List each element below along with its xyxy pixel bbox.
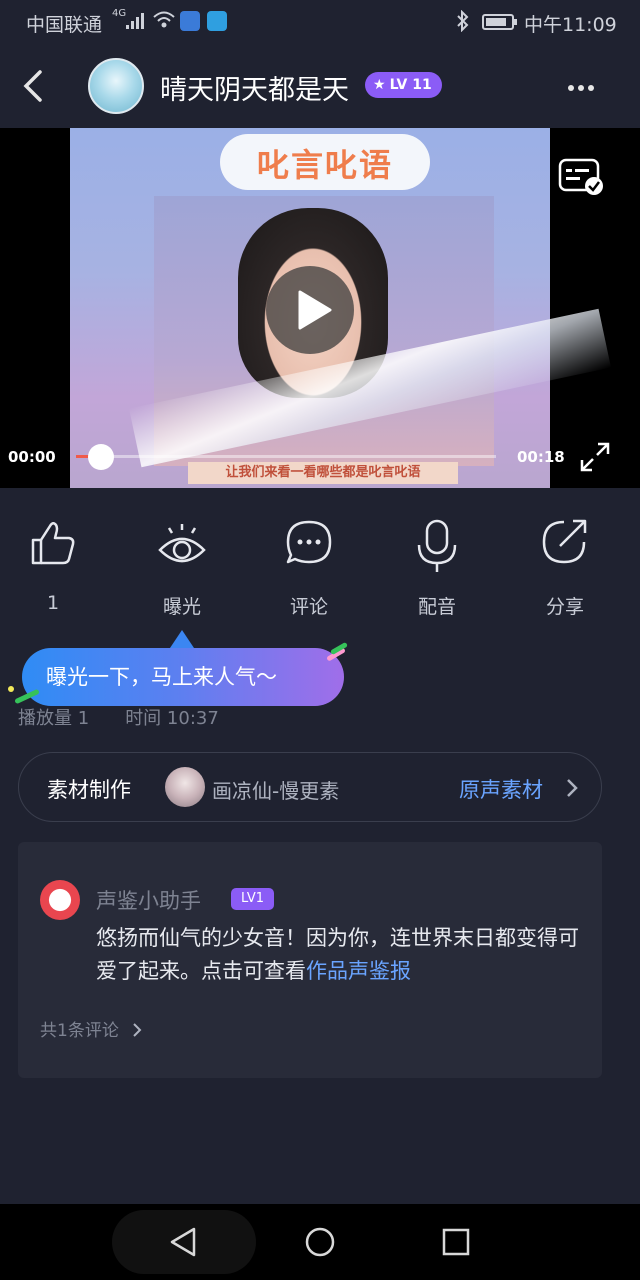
clock: 中午11:09 bbox=[524, 14, 617, 36]
nav-back-icon[interactable] bbox=[168, 1226, 200, 1258]
battery-icon bbox=[482, 14, 517, 30]
action-bar: 1 曝光 评论 配音 分享 bbox=[0, 510, 640, 620]
creator-avatar[interactable] bbox=[165, 767, 205, 807]
comment-count-link[interactable]: 共1条评论 bbox=[40, 1016, 142, 1041]
share-button[interactable]: 分享 bbox=[510, 510, 620, 620]
material-title: 素材制作 bbox=[47, 778, 131, 802]
carrier-label: 中国联通 bbox=[26, 14, 103, 36]
wifi-icon bbox=[153, 11, 175, 28]
share-arrow-icon bbox=[542, 519, 587, 564]
video-player[interactable]: 叱言叱语 让我们来看一看哪些都是叱言叱语 00:00 00:18 bbox=[0, 128, 640, 488]
microphone-icon bbox=[417, 519, 457, 572]
level-badge: ★ LV 11 bbox=[365, 72, 442, 98]
exposure-label: 曝光 bbox=[162, 596, 201, 618]
subtitle-toggle-icon[interactable] bbox=[556, 156, 606, 198]
network-type: 4G bbox=[112, 8, 127, 19]
like-button[interactable]: 1 bbox=[0, 510, 108, 620]
comment-bubble-icon bbox=[286, 520, 332, 564]
star-icon: ★ bbox=[373, 77, 386, 93]
header: 晴天阴天都是天 ★ LV 11 bbox=[0, 44, 640, 128]
voice-report-link[interactable]: 作品声鉴报 bbox=[306, 959, 411, 983]
publish-time: 时间 10:37 bbox=[125, 708, 219, 729]
share-label: 分享 bbox=[545, 596, 584, 618]
nav-home-icon[interactable] bbox=[304, 1226, 336, 1258]
nav-recent-icon[interactable] bbox=[440, 1226, 472, 1258]
comment-level-badge: LV1 bbox=[231, 888, 274, 910]
eye-icon bbox=[158, 524, 206, 563]
tooltip-arrow bbox=[170, 630, 194, 648]
signal-icon bbox=[126, 13, 144, 29]
total-time: 00:18 bbox=[517, 448, 565, 466]
cloud-app-icon bbox=[207, 11, 227, 31]
dub-label: 配音 bbox=[417, 596, 456, 618]
material-row[interactable]: 素材制作 画凉仙-慢更素 原声素材 bbox=[18, 752, 602, 822]
comment-text: 悠扬而仙气的少女音！因为你，连世界末日都变得可爱了起来。点击可查看作品声鉴报 bbox=[96, 922, 584, 988]
tooltip-text: 曝光一下，马上来人气～ bbox=[46, 665, 277, 689]
fullscreen-icon[interactable] bbox=[578, 440, 612, 474]
progress-knob[interactable] bbox=[88, 444, 114, 470]
level-text: LV 11 bbox=[389, 77, 432, 93]
assistant-avatar[interactable] bbox=[40, 880, 80, 920]
chevron-right-icon bbox=[567, 779, 578, 797]
creator-name[interactable]: 画凉仙-慢更素 bbox=[212, 775, 339, 804]
like-count: 1 bbox=[46, 592, 60, 614]
play-icon bbox=[298, 290, 332, 330]
tooltip-decoration bbox=[8, 686, 14, 692]
play-count: 播放量 1 bbox=[18, 708, 90, 729]
avatar[interactable] bbox=[88, 58, 144, 114]
comment-author[interactable]: 声鉴小助手 bbox=[96, 885, 201, 915]
exposure-tooltip[interactable]: 曝光一下，马上来人气～ bbox=[22, 648, 344, 706]
frame-title: 叱言叱语 bbox=[256, 146, 393, 184]
username[interactable]: 晴天阴天都是天 bbox=[160, 68, 349, 107]
chevron-right-icon bbox=[133, 1023, 142, 1037]
system-nav-bar bbox=[0, 1204, 640, 1280]
bluetooth-icon bbox=[457, 10, 469, 32]
play-button[interactable] bbox=[266, 266, 354, 354]
status-bar: 中国联通 4G 中午11:09 bbox=[0, 0, 640, 44]
more-icon[interactable] bbox=[568, 76, 604, 96]
play-stats: 播放量 1 时间 10:37 bbox=[18, 704, 219, 730]
comment-label: 评论 bbox=[289, 596, 328, 618]
progress-track[interactable] bbox=[76, 455, 496, 458]
original-sound-link[interactable]: 原声素材 bbox=[459, 774, 543, 804]
exposure-button[interactable]: 曝光 bbox=[127, 510, 237, 620]
comment-count: 共1条评论 bbox=[40, 1021, 119, 1041]
shield-app-icon bbox=[180, 11, 200, 31]
dub-button[interactable]: 配音 bbox=[382, 510, 492, 620]
comment-button[interactable]: 评论 bbox=[254, 510, 364, 620]
current-time: 00:00 bbox=[8, 448, 56, 466]
comment-card: 声鉴小助手 LV1 悠扬而仙气的少女音！因为你，连世界末日都变得可爱了起来。点击… bbox=[18, 842, 602, 1078]
thumbs-up-icon bbox=[31, 522, 75, 565]
frame-caption: 让我们来看一看哪些都是叱言叱语 bbox=[188, 462, 458, 484]
back-icon[interactable] bbox=[18, 66, 52, 106]
